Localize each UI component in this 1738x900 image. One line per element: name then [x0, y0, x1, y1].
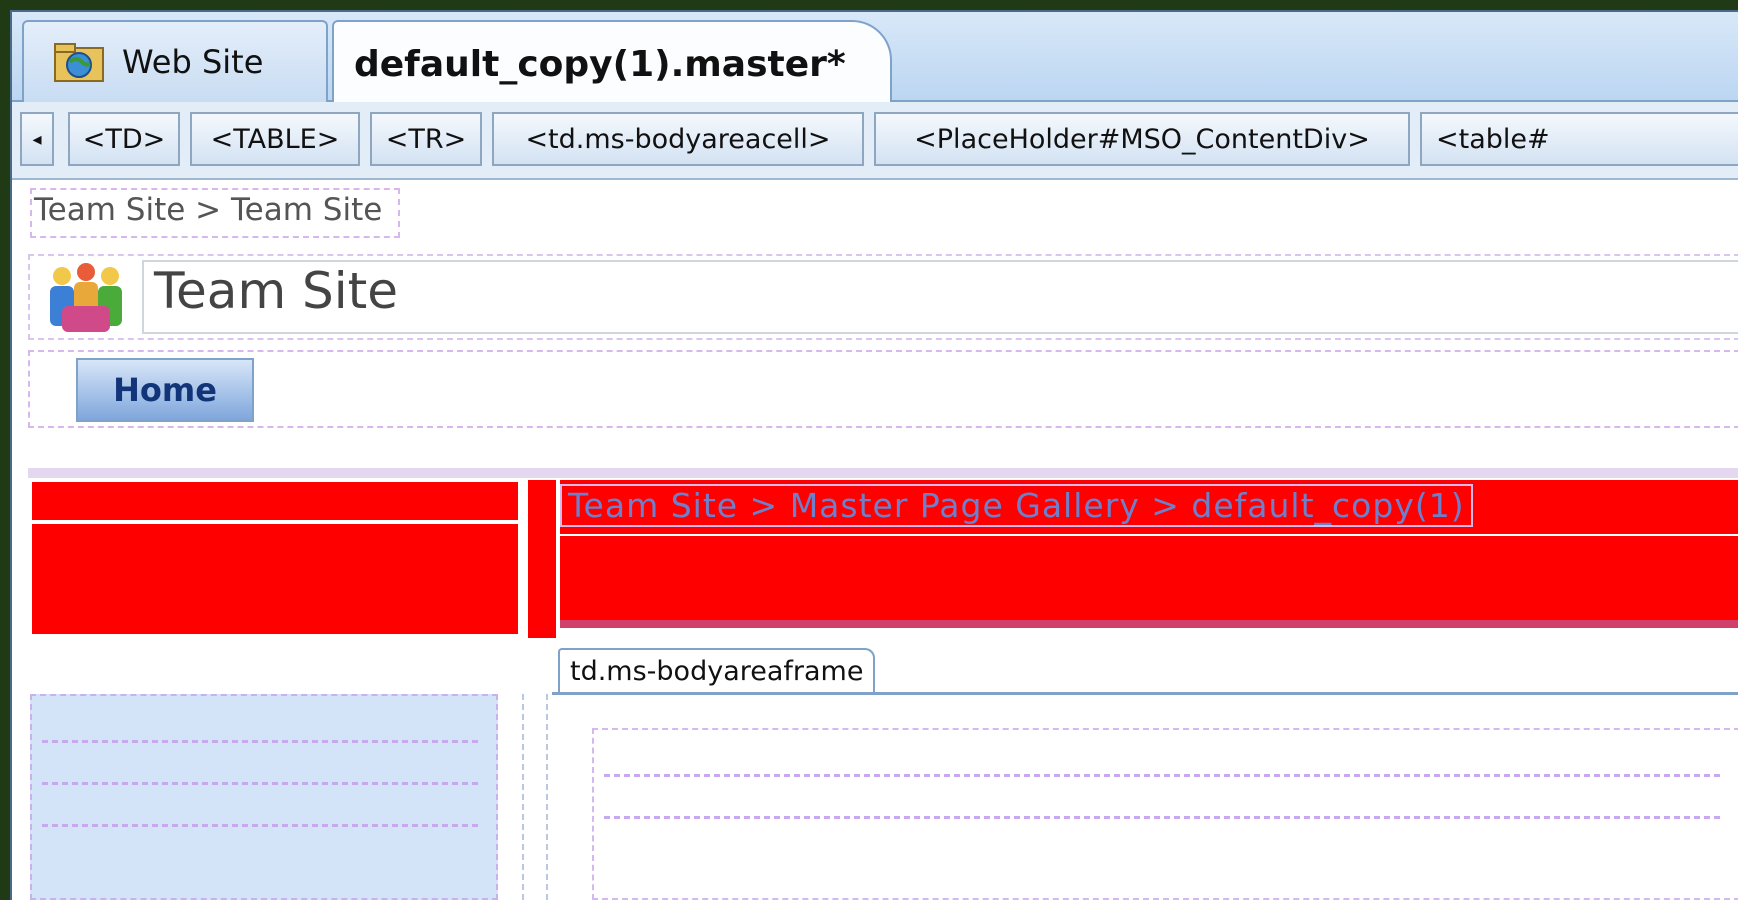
hatch-line: [604, 816, 1724, 819]
tag-td[interactable]: <TD>: [68, 112, 180, 166]
designer-window: Web Site default_copy(1).master* ◂ <TD> …: [10, 10, 1738, 900]
left-nav-highlight: [32, 524, 518, 634]
hatch-line: [42, 740, 482, 743]
hatch-line: [604, 774, 1724, 777]
site-title[interactable]: Team Site: [154, 262, 398, 320]
tag-tr[interactable]: <TR>: [370, 112, 482, 166]
team-site-logo-icon: [44, 262, 128, 334]
tag-placeholder-mso-contentdiv[interactable]: <PlaceHolder#MSO_ContentDiv>: [874, 112, 1410, 166]
gutter-highlight: [528, 480, 556, 638]
tag-td-ms-bodyareacell[interactable]: <td.ms-bodyareacell>: [492, 112, 864, 166]
scroll-left-button[interactable]: ◂: [20, 112, 54, 166]
hatch-line: [42, 824, 482, 827]
nav-home-label: Home: [113, 371, 217, 409]
tab-web-site-label: Web Site: [122, 43, 264, 81]
tab-master-page-label: default_copy(1).master*: [354, 43, 846, 85]
top-nav-frame: [28, 350, 1738, 428]
tab-web-site[interactable]: Web Site: [22, 20, 328, 102]
tag-table[interactable]: <TABLE>: [190, 112, 360, 166]
separator-band: [28, 468, 1738, 478]
content-placeholder-frame[interactable]: [592, 728, 1738, 900]
breadcrumb-top[interactable]: Team Site > Team Site: [34, 192, 382, 228]
highlight-underline: [560, 620, 1738, 628]
document-tab-strip: Web Site default_copy(1).master*: [12, 12, 1738, 106]
design-canvas[interactable]: Team Site > Team Site Team Site Home Tea…: [12, 180, 1738, 900]
quick-tag-selector: ◂ <TD> <TABLE> <TR> <td.ms-bodyareacell>…: [12, 102, 1738, 180]
bodyareaframe-border: [552, 692, 1738, 695]
bodyareaframe-tag-label[interactable]: td.ms-bodyareaframe: [558, 648, 876, 692]
website-icon: [54, 42, 104, 82]
tab-master-page[interactable]: default_copy(1).master*: [332, 20, 892, 106]
nav-home-tab[interactable]: Home: [76, 358, 254, 422]
hatch-line: [42, 782, 482, 785]
page-title-area-highlight: [560, 536, 1738, 620]
left-nav-pane[interactable]: [30, 694, 498, 900]
left-nav-highlight-top: [32, 482, 518, 520]
vertical-gutter: [522, 694, 548, 900]
tag-table-truncated[interactable]: <table#: [1420, 112, 1738, 166]
breadcrumb-body[interactable]: Team Site > Master Page Gallery > defaul…: [560, 484, 1473, 527]
bodyareaframe-label-text: td.ms-bodyareaframe: [570, 655, 864, 687]
